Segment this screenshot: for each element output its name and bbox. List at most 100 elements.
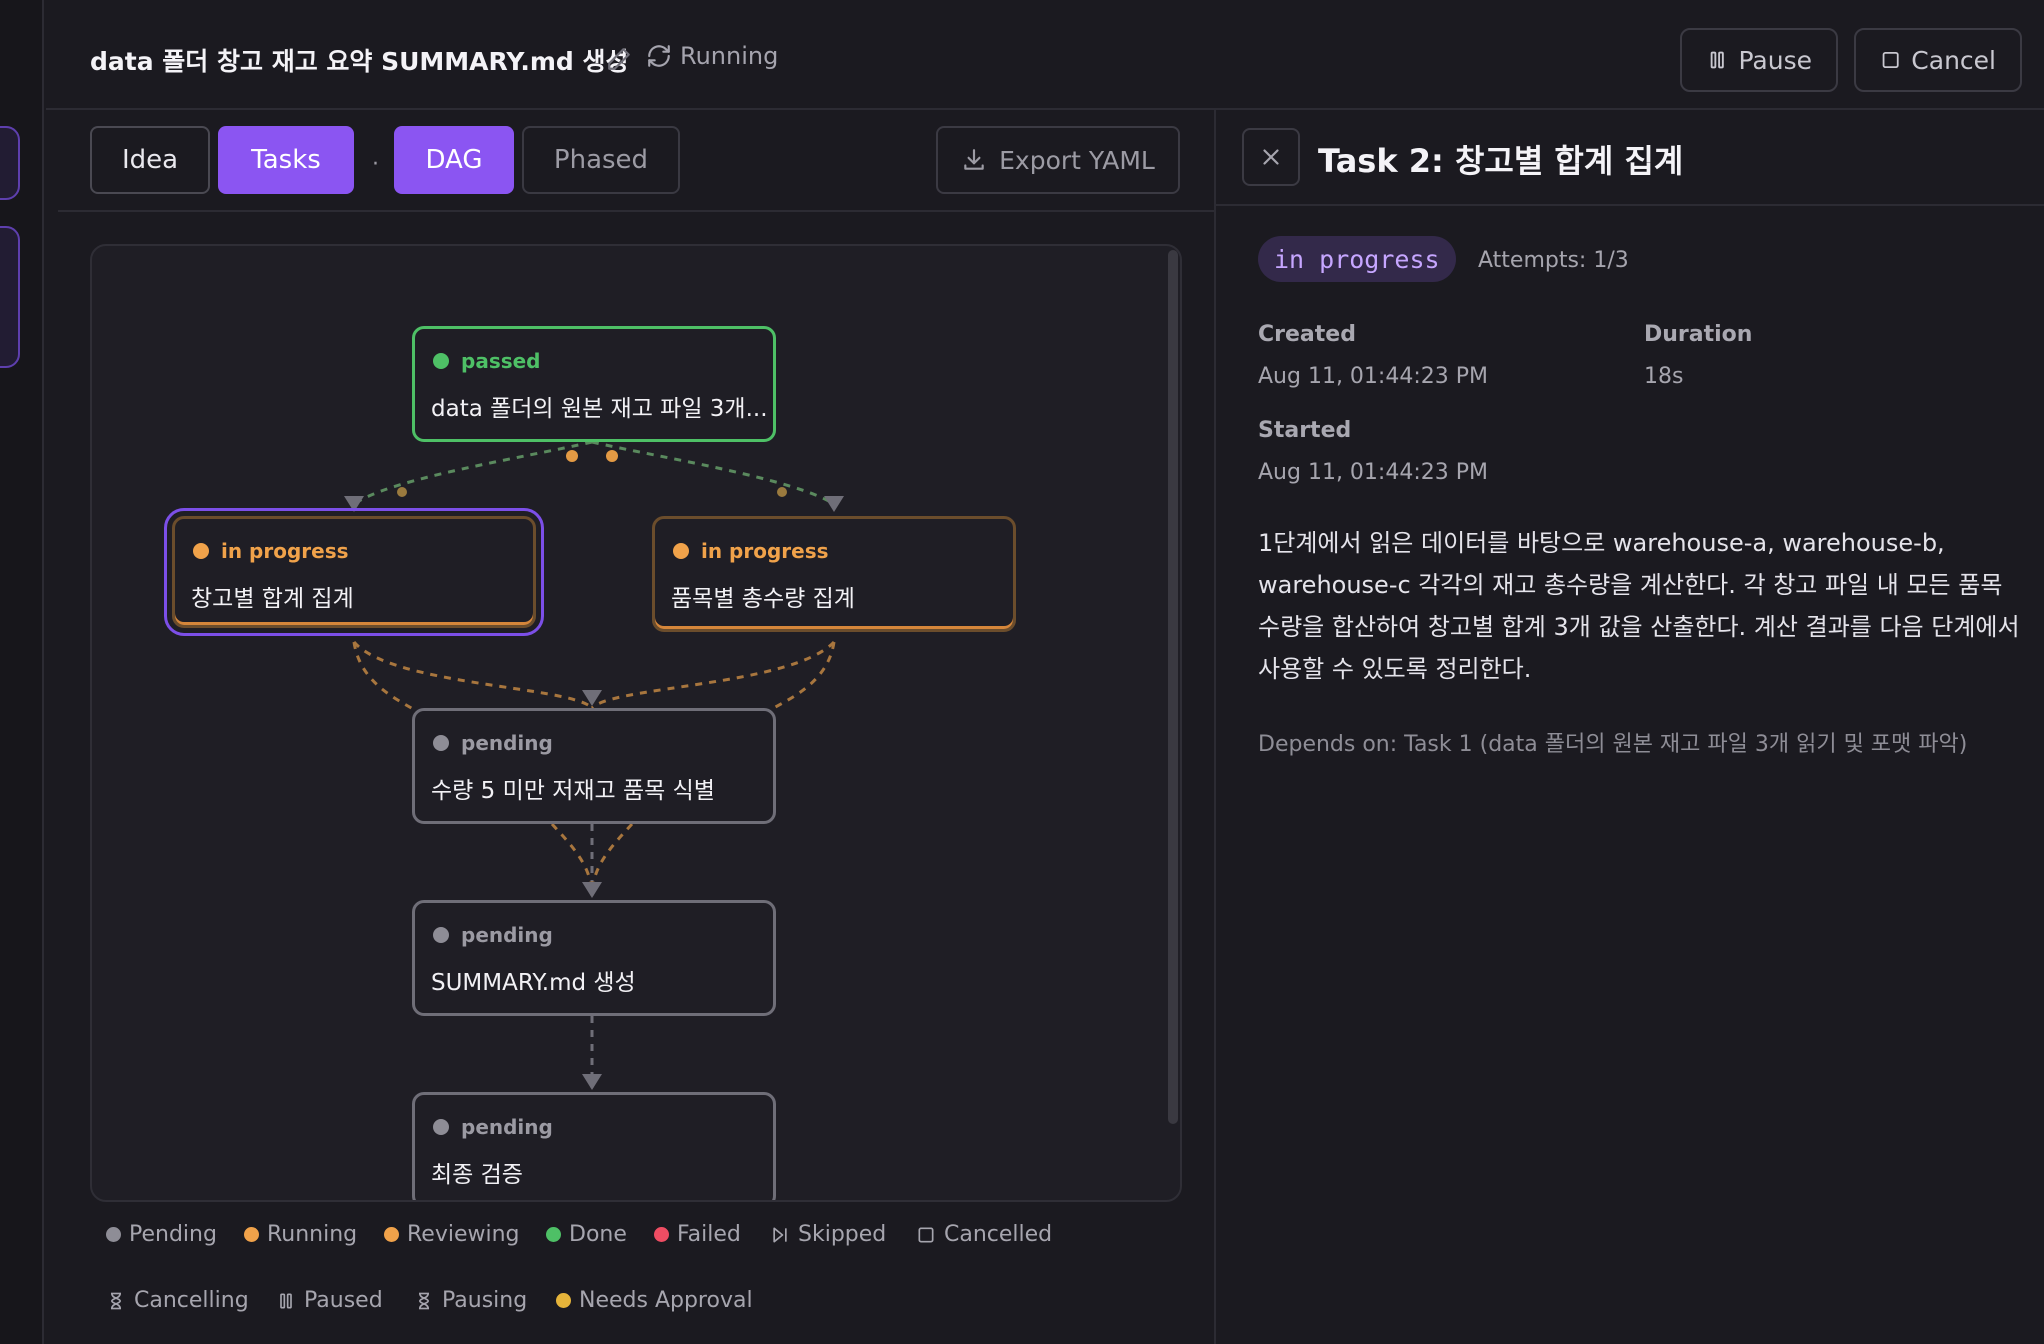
legend-pending: Pending bbox=[106, 1222, 217, 1247]
legend-label: Done bbox=[569, 1222, 627, 1247]
page-title: data 폴더 창고 재고 요약 SUMMARY.md 생성 bbox=[90, 47, 629, 76]
legend-label: Running bbox=[267, 1222, 358, 1247]
node-status: pending bbox=[433, 731, 553, 755]
node-label: SUMMARY.md 생성 bbox=[431, 970, 636, 996]
export-yaml-button[interactable]: Export YAML bbox=[936, 126, 1180, 194]
legend-pausing: Pausing bbox=[414, 1288, 527, 1313]
node-status: in progress bbox=[673, 539, 829, 563]
status-dot bbox=[433, 353, 449, 369]
started-label: Started bbox=[1258, 418, 1352, 443]
legend-reviewing: Reviewing bbox=[384, 1222, 520, 1247]
flow-dot bbox=[777, 487, 787, 497]
download-icon bbox=[964, 149, 984, 170]
node-status-text: pending bbox=[461, 1115, 553, 1139]
panel-title: Task 2: 창고별 합계 집계 bbox=[1318, 142, 1684, 180]
dot-icon bbox=[654, 1227, 669, 1242]
dot-icon bbox=[384, 1227, 399, 1242]
arrow-t6 bbox=[582, 1074, 602, 1090]
hourglass-icon bbox=[111, 1292, 121, 1309]
legend-paused: Paused bbox=[276, 1288, 383, 1313]
cancel-label: Cancel bbox=[1911, 45, 1996, 75]
left-rail bbox=[0, 0, 44, 1344]
started-value: Aug 11, 01:44:23 PM bbox=[1258, 460, 1488, 485]
legend-label: Cancelled bbox=[944, 1222, 1053, 1247]
status-dot bbox=[673, 543, 689, 559]
legend-running: Running bbox=[244, 1222, 357, 1247]
legend-cancelled: Cancelled bbox=[916, 1222, 1052, 1247]
node-status: passed bbox=[433, 349, 541, 373]
legend-needs-approval: Needs Approval bbox=[556, 1288, 753, 1313]
duration-value: 18s bbox=[1644, 364, 1684, 389]
node-status: in progress bbox=[193, 539, 349, 563]
hourglass-icon bbox=[419, 1292, 429, 1309]
dag-node-task-4[interactable]: pending 수량 5 미만 저재고 품목 식별 bbox=[412, 708, 776, 824]
pause-button[interactable]: Pause bbox=[1680, 28, 1838, 92]
legend-label: Needs Approval bbox=[579, 1288, 753, 1313]
edge-t3-t4 bbox=[590, 640, 836, 710]
legend-label: Pending bbox=[129, 1222, 217, 1247]
tab-separator: · bbox=[372, 152, 379, 177]
task-description: 1단계에서 읽은 데이터를 바탕으로 warehouse-a, warehous… bbox=[1258, 529, 2020, 683]
status-dot bbox=[193, 543, 209, 559]
attempts-count: Attempts: 1/3 bbox=[1478, 248, 1629, 273]
flow-dot bbox=[606, 450, 618, 462]
dag-node-task-3[interactable]: in progress 품목별 총수량 집계 bbox=[652, 516, 1016, 632]
dot-icon bbox=[546, 1227, 561, 1242]
node-label: 창고별 합계 집계 bbox=[191, 586, 354, 612]
pause-label: Pause bbox=[1738, 45, 1812, 75]
dot-icon bbox=[556, 1293, 571, 1308]
legend-done: Done bbox=[546, 1222, 627, 1247]
dag-node-task-6[interactable]: pending 최종 검증 bbox=[412, 1092, 776, 1200]
status-dot bbox=[433, 735, 449, 751]
dot-icon bbox=[106, 1227, 121, 1242]
dot-icon bbox=[244, 1227, 259, 1242]
node-status-text: in progress bbox=[221, 539, 349, 563]
status-text: Running bbox=[680, 42, 779, 70]
export-label: Export YAML bbox=[999, 145, 1155, 175]
edge-t2-t4 bbox=[352, 641, 594, 710]
refresh-icon bbox=[648, 45, 670, 67]
status-dot bbox=[433, 927, 449, 943]
dag-node-task-2[interactable]: in progress 창고별 합계 집계 bbox=[164, 508, 544, 636]
skip-icon bbox=[773, 1227, 787, 1242]
status-dot bbox=[433, 1119, 449, 1135]
rail-item[interactable] bbox=[0, 126, 20, 200]
top-header: data 폴더 창고 재고 요약 SUMMARY.md 생성 Running P… bbox=[46, 0, 2044, 110]
canvas-scrollbar[interactable] bbox=[1168, 250, 1178, 1124]
rail-item-active[interactable] bbox=[0, 226, 20, 368]
legend-failed: Failed bbox=[654, 1222, 741, 1247]
duration-label: Duration bbox=[1644, 322, 1753, 347]
pencil-icon[interactable] bbox=[606, 46, 632, 72]
task-detail-panel: Task 2: 창고별 합계 집계 in progress Attempts: … bbox=[1214, 110, 2044, 1344]
tab-dag[interactable]: DAG bbox=[394, 126, 514, 194]
legend-cancelling: Cancelling bbox=[106, 1288, 249, 1313]
tab-phased[interactable]: Phased bbox=[522, 126, 680, 194]
node-status-text: pending bbox=[461, 923, 553, 947]
flow-dot bbox=[397, 487, 407, 497]
flow-dot bbox=[566, 450, 578, 462]
arrow-t2 bbox=[344, 496, 364, 512]
node-status-text: pending bbox=[461, 731, 553, 755]
legend-label: Cancelling bbox=[134, 1288, 249, 1313]
close-icon bbox=[1263, 149, 1279, 165]
node-status: pending bbox=[433, 923, 553, 947]
legend-label: Reviewing bbox=[407, 1222, 520, 1247]
arrow-t5 bbox=[582, 882, 602, 898]
dag-node-task-5[interactable]: pending SUMMARY.md 생성 bbox=[412, 900, 776, 1016]
node-status: pending bbox=[433, 1115, 553, 1139]
edge-t1-t3 bbox=[591, 440, 835, 506]
node-label: 수량 5 미만 저재고 품목 식별 bbox=[431, 778, 715, 804]
node-label: data 폴더의 원본 재고 파일 3개... bbox=[431, 396, 768, 422]
view-toolbar: Idea Tasks · DAG Phased Export YAML bbox=[58, 110, 1214, 212]
close-button[interactable] bbox=[1242, 128, 1300, 186]
dag-canvas[interactable]: passed data 폴더의 원본 재고 파일 3개... in progre… bbox=[90, 244, 1182, 1202]
tab-tasks[interactable]: Tasks bbox=[218, 126, 354, 194]
cancel-button[interactable]: Cancel bbox=[1854, 28, 2022, 92]
dag-node-task-1[interactable]: passed data 폴더의 원본 재고 파일 3개... bbox=[412, 326, 776, 442]
square-icon bbox=[1882, 52, 1899, 68]
tab-idea[interactable]: Idea bbox=[90, 126, 210, 194]
node-status-text: in progress bbox=[701, 539, 829, 563]
depends-on: Depends on: Task 1 (data 폴더의 원본 재고 파일 3개… bbox=[1258, 732, 1968, 757]
panel-header: Task 2: 창고별 합계 집계 bbox=[1216, 110, 2044, 206]
legend-label: Failed bbox=[677, 1222, 741, 1247]
